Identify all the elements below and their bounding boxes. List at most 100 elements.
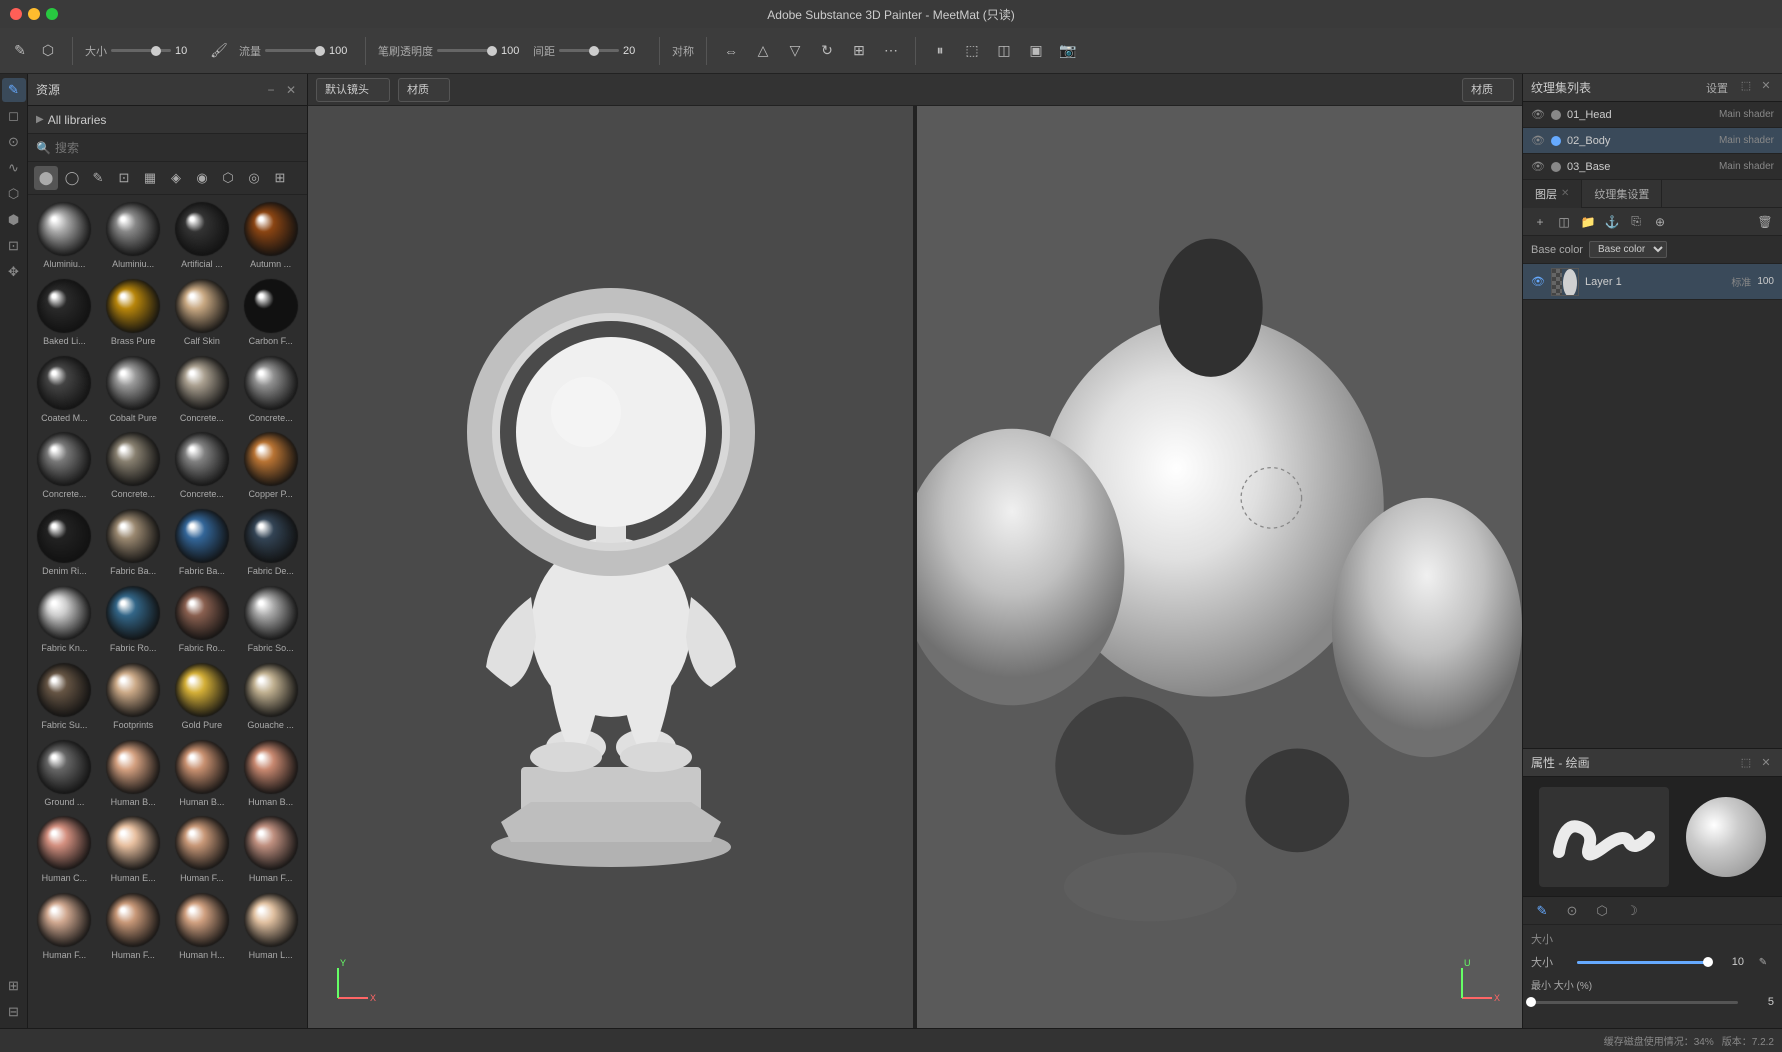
minimize-button[interactable]	[28, 8, 40, 20]
material-item-fabricso[interactable]: Fabric So...	[238, 583, 303, 656]
tool-a-btn[interactable]: ⬚	[960, 39, 984, 63]
material-item-concrete5[interactable]: Concrete...	[170, 429, 235, 502]
merge-layer-btn[interactable]: ⊕	[1649, 211, 1671, 233]
material-item-concrete3[interactable]: Concrete...	[32, 429, 97, 502]
material-item-copper[interactable]: Copper P...	[238, 429, 303, 502]
material-item-skin[interactable]: Calf Skin	[170, 276, 235, 349]
brush-tool-btn[interactable]: ✎	[8, 39, 32, 63]
props-close-btn[interactable]: ✕	[1758, 755, 1774, 771]
material-item-humanf[interactable]: Human F...	[170, 813, 235, 886]
filter-grid-btn[interactable]: ⊞	[268, 166, 292, 190]
material-item-metal2[interactable]: Aluminiu...	[101, 199, 166, 272]
layers-panel-btn[interactable]: ⊞	[2, 974, 26, 998]
material-item-humanf2[interactable]: Human F...	[238, 813, 303, 886]
material-item-concrete4[interactable]: Concrete...	[101, 429, 166, 502]
mirror-icon-btn[interactable]: ⇔	[719, 39, 743, 63]
layer-item[interactable]: 👁 Layer 1 标准 100	[1523, 264, 1782, 300]
grid-icon-btn[interactable]: ⊞	[847, 39, 871, 63]
opacity-slider[interactable]	[437, 49, 497, 52]
material-item-humanh[interactable]: Human H...	[170, 890, 235, 963]
channel-select-right[interactable]: 材质	[1462, 78, 1514, 102]
delete-layer-btn[interactable]: 🗑	[1754, 211, 1776, 233]
material-item-fabricro2[interactable]: Fabric Ro...	[170, 583, 235, 656]
layer-blend-mode[interactable]: 标准	[1731, 274, 1751, 289]
pause-btn[interactable]: ⏸	[928, 39, 952, 63]
add-anchor-btn[interactable]: ⚓	[1601, 211, 1623, 233]
material-item-fabricro[interactable]: Fabric Ro...	[101, 583, 166, 656]
tool-c-btn[interactable]: ▣	[1024, 39, 1048, 63]
sidebar-close-btn[interactable]: ✕	[283, 82, 299, 98]
history-btn[interactable]: ⊟	[2, 1000, 26, 1024]
align-icon-btn[interactable]: △	[751, 39, 775, 63]
material-item-denim[interactable]: Denim Ri...	[32, 506, 97, 579]
texture-eye-icon-0[interactable]: 👁	[1531, 108, 1545, 122]
material-item-humanl[interactable]: Human L...	[238, 890, 303, 963]
picker-tool[interactable]: ✥	[2, 260, 26, 284]
flow-slider[interactable]	[265, 49, 325, 52]
settings-label[interactable]: 设置	[1700, 78, 1734, 98]
material-item-gouache[interactable]: Gouache ...	[238, 660, 303, 733]
material-item-carbon[interactable]: Carbon F...	[238, 276, 303, 349]
texture-item-2[interactable]: 👁03_BaseMain shader	[1523, 154, 1782, 180]
filter-alpha-btn[interactable]: ◈	[164, 166, 188, 190]
filter-procedural-btn[interactable]: ⬡	[216, 166, 240, 190]
fill-tool[interactable]: ⬡	[2, 182, 26, 206]
paint-tool-btn[interactable]: ⬡	[36, 39, 60, 63]
add-folder-btn[interactable]: 📁	[1577, 211, 1599, 233]
texture-eye-icon-1[interactable]: 👁	[1531, 134, 1545, 148]
add-fill-layer-btn[interactable]: ◫	[1553, 211, 1575, 233]
material-item-concrete[interactable]: Concrete...	[170, 353, 235, 426]
texture-set-expand-btn[interactable]: ⬚	[1738, 78, 1754, 94]
tab-texture-settings[interactable]: 纹理集设置	[1582, 180, 1662, 208]
filter-brush-btn[interactable]: ✎	[86, 166, 110, 190]
library-name[interactable]: All libraries	[48, 113, 107, 127]
channel-select-left[interactable]: 材质	[398, 78, 450, 102]
material-item-human1[interactable]: Human B...	[101, 737, 166, 810]
viewport-left[interactable]: X Y	[308, 106, 913, 1028]
material-item-humane[interactable]: Human E...	[101, 813, 166, 886]
material-item-fabricknit[interactable]: Fabric Kn...	[32, 583, 97, 656]
texture-eye-icon-2[interactable]: 👁	[1531, 160, 1545, 174]
material-item-cobalt[interactable]: Cobalt Pure	[101, 353, 166, 426]
flip-icon-btn[interactable]: ▽	[783, 39, 807, 63]
material-item-footprints[interactable]: Footprints	[101, 660, 166, 733]
props-tab-square[interactable]: ⬡	[1591, 900, 1613, 922]
material-item-humanc[interactable]: Human C...	[32, 813, 97, 886]
filter-texture-btn[interactable]: ▦	[138, 166, 162, 190]
material-item-ground[interactable]: Ground ...	[32, 737, 97, 810]
tab-layers-close[interactable]: ✕	[1561, 188, 1569, 199]
filter-material-btn[interactable]: ◉	[190, 166, 214, 190]
props-tab-settings[interactable]: ☽	[1621, 900, 1643, 922]
material-item-fabric[interactable]: Fabric Ba...	[101, 506, 166, 579]
props-tab-circle[interactable]: ⊙	[1561, 900, 1583, 922]
sidebar-minimize-btn[interactable]: −	[263, 82, 279, 98]
more-icon-btn[interactable]: ⋯	[879, 39, 903, 63]
material-item-fabric3[interactable]: Fabric De...	[238, 506, 303, 579]
layer-eye-icon[interactable]: 👁	[1531, 275, 1545, 289]
material-item-coated[interactable]: Coated M...	[32, 353, 97, 426]
brush-min-size-slider[interactable]	[1531, 1001, 1738, 1004]
expand-icon[interactable]: ▶	[36, 114, 44, 125]
base-color-select[interactable]: Base color	[1589, 241, 1667, 258]
tool-b-btn[interactable]: ◫	[992, 39, 1016, 63]
smudge-tool[interactable]: ∿	[2, 156, 26, 180]
layer-opacity-value[interactable]: 100	[1757, 276, 1774, 287]
selection-tool[interactable]: ⊡	[2, 234, 26, 258]
filter-smart-btn[interactable]: ◯	[60, 166, 84, 190]
tab-layers[interactable]: 图层 ✕	[1523, 180, 1582, 208]
spacing-slider[interactable]	[559, 49, 619, 52]
material-item-humanf4[interactable]: Human F...	[101, 890, 166, 963]
material-item-metal[interactable]: Aluminiu...	[32, 199, 97, 272]
material-item-dark2[interactable]: Baked Li...	[32, 276, 97, 349]
material-item-humanf3[interactable]: Human F...	[32, 890, 97, 963]
filter-all-btn[interactable]: ⬤	[34, 166, 58, 190]
add-paint-layer-btn[interactable]: +	[1529, 211, 1551, 233]
brush-icon-btn[interactable]: 🖌	[207, 39, 231, 63]
material-item-leaf[interactable]: Autumn ...	[238, 199, 303, 272]
material-item-fabric2[interactable]: Fabric Ba...	[170, 506, 235, 579]
clone-tool[interactable]: ⊙	[2, 130, 26, 154]
viewport-right[interactable]: X U	[917, 106, 1522, 1028]
rotate-icon-btn[interactable]: ↻	[815, 39, 839, 63]
material-item-human2[interactable]: Human B...	[170, 737, 235, 810]
brush-size-prop-slider[interactable]	[1577, 961, 1708, 964]
